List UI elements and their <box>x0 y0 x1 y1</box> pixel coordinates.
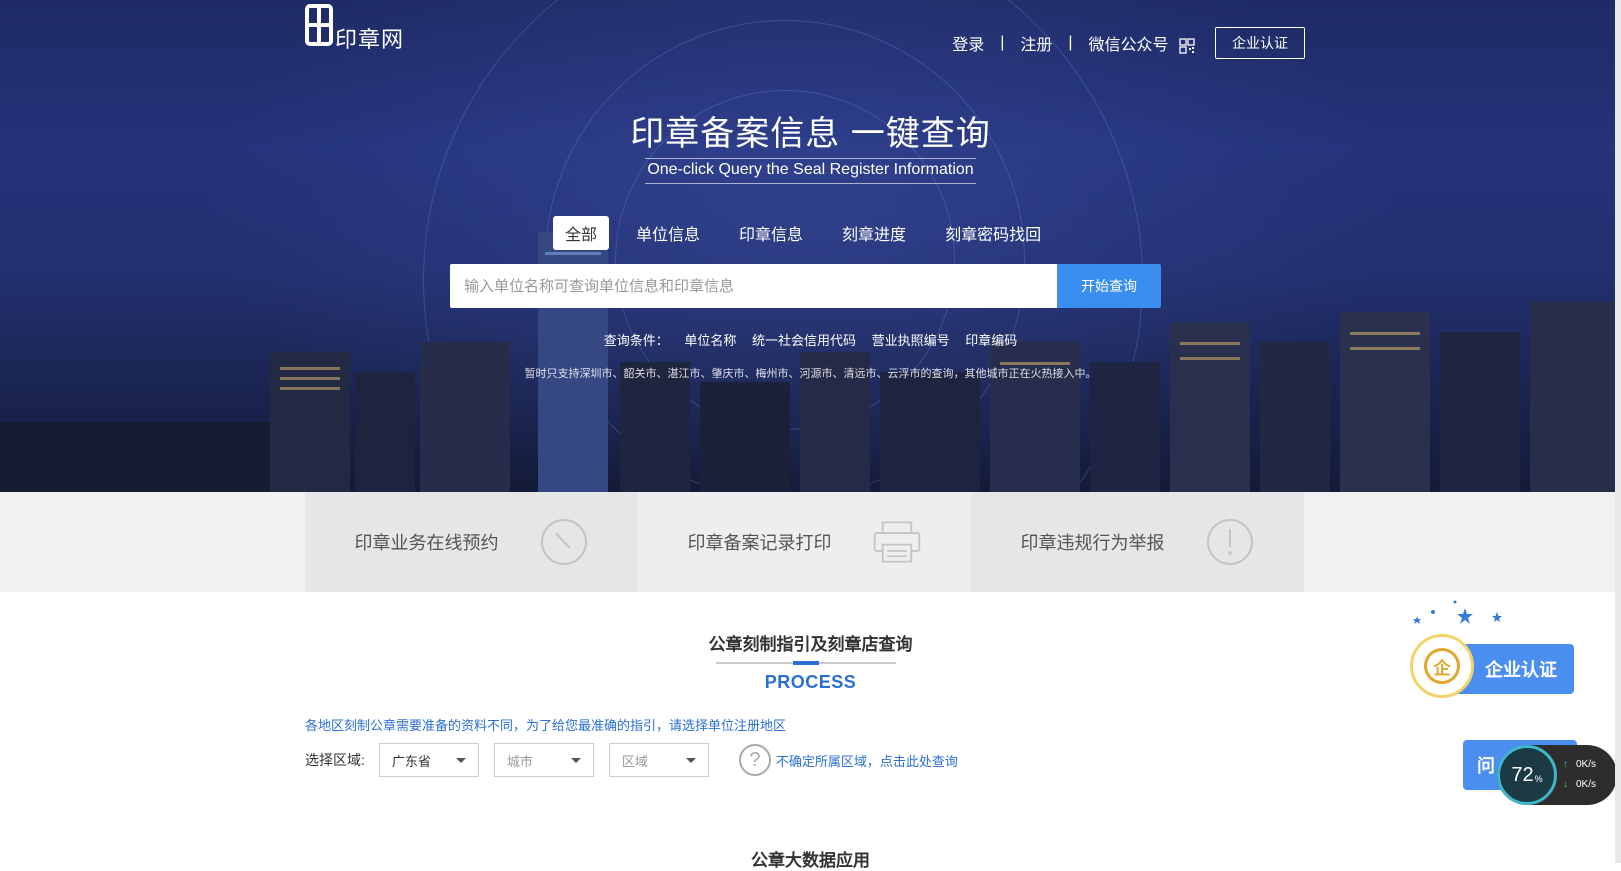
logo-mark-icon <box>305 4 333 46</box>
wechat-label: 微信公众号 <box>1088 37 1169 54</box>
qrcode-icon <box>1179 38 1195 54</box>
page-scrollbar[interactable] <box>1615 0 1621 863</box>
coverage-notice: 暂时只支持深圳市、韶关市、湛江市、肇庆市、梅州市、河源市、清远市、云浮市的查询，… <box>524 368 1097 380</box>
condition-item: 印章编码 <box>965 333 1018 348</box>
service-label: 印章备案记录打印 <box>687 533 832 553</box>
region-label: 选择区域: <box>305 752 365 768</box>
query-conditions: 查询条件： 单位名称 统一社会信用代码 营业执照编号 印章编码 <box>0 330 1621 349</box>
hero-title: 印章备案信息 一键查询 <box>630 115 991 153</box>
bigdata-section-title: 公章大数据应用 <box>751 851 870 870</box>
top-bar: 印章网 登录 | 注册 | 微信公众号 企业认证 <box>305 0 1305 70</box>
clock-icon <box>540 519 587 565</box>
nav-separator: | <box>1068 34 1073 51</box>
city-select[interactable]: 城市 <box>493 743 594 777</box>
service-label: 印章业务在线预约 <box>354 533 499 553</box>
stars-decoration-icon <box>1413 600 1502 624</box>
hero-banner: 印章网 登录 | 注册 | 微信公众号 企业认证 印章备案信息 一键查询 One… <box>0 0 1621 492</box>
service-online-booking[interactable]: 印章业务在线预约 <box>305 492 638 592</box>
register-link[interactable]: 注册 <box>1020 31 1052 55</box>
upload-value: 0K/s <box>1576 759 1597 770</box>
search-input[interactable] <box>450 264 1057 308</box>
tab-seal-password-recovery[interactable]: 刻章密码找回 <box>933 216 1053 250</box>
district-select[interactable]: 区域 <box>608 743 709 777</box>
speed-percent-unit: % <box>1534 774 1543 784</box>
condition-item: 单位名称 <box>684 333 737 348</box>
province-value: 广东省 <box>391 753 431 769</box>
service-strip: 印章业务在线预约 印章备案记录打印 印章违规行为举报 <box>0 492 1621 592</box>
arrow-down-icon: ↓ <box>1563 779 1568 790</box>
tab-seal-info[interactable]: 印章信息 <box>727 216 815 250</box>
region-help-text: 不确定所属区域，点击此处查询 <box>775 753 958 769</box>
floating-cert-button[interactable]: 企业认证 企 <box>1410 634 1576 700</box>
cert-badge-icon: 企 <box>1410 634 1474 698</box>
speed-percent: 72 <box>1511 763 1534 786</box>
process-subtitle: PROCESS <box>764 672 857 692</box>
tab-all[interactable]: 全部 <box>553 216 610 250</box>
hero-subtitle-wrap: One-click Query the Seal Register Inform… <box>0 158 1621 184</box>
upload-speed: ↑ 0K/s <box>1563 759 1596 770</box>
speed-gauge: 72% <box>1497 745 1557 805</box>
logo-text: 印章网 <box>335 27 405 52</box>
service-record-print[interactable]: 印章备案记录打印 <box>638 492 971 592</box>
hero-subtitle: One-click Query the Seal Register Inform… <box>645 158 976 184</box>
province-select[interactable]: 广东省 <box>378 743 479 777</box>
exclamation-icon <box>1206 519 1253 565</box>
service-label: 印章违规行为举报 <box>1020 533 1165 553</box>
download-value: 0K/s <box>1576 779 1597 790</box>
site-logo[interactable]: 印章网 <box>305 2 415 52</box>
conditions-label: 查询条件： <box>603 333 669 348</box>
city-value: 城市 <box>506 753 533 769</box>
printer-icon <box>873 521 920 563</box>
query-tabs: 全部 单位信息 印章信息 刻章进度 刻章密码找回 <box>553 216 1068 250</box>
region-selector: 选择区域: 广东省 城市 区域 ? 不确定所属区域，点击此处查询 <box>305 743 958 777</box>
top-nav: 登录 | 注册 | 微信公众号 企业认证 <box>952 27 1305 59</box>
wechat-link[interactable]: 微信公众号 <box>1089 31 1195 55</box>
service-violation-report[interactable]: 印章违规行为举报 <box>971 492 1304 592</box>
question-icon: ? <box>738 744 771 776</box>
region-help-link[interactable]: ? 不确定所属区域，点击此处查询 <box>738 744 958 776</box>
tab-unit-info[interactable]: 单位信息 <box>624 216 712 250</box>
condition-item: 营业执照编号 <box>871 333 950 348</box>
arrow-up-icon: ↑ <box>1563 759 1568 770</box>
download-speed: ↓ 0K/s <box>1563 779 1596 790</box>
chevron-down-icon <box>570 757 581 763</box>
tab-engraving-progress[interactable]: 刻章进度 <box>830 216 918 250</box>
condition-item: 统一社会信用代码 <box>751 333 856 348</box>
district-value: 区域 <box>621 753 648 769</box>
process-title: 公章刻制指引及刻章店查询 <box>708 635 913 654</box>
cert-badge-char: 企 <box>1424 648 1460 684</box>
floating-cert-label: 企业认证 <box>1485 660 1557 680</box>
network-speed-widget[interactable]: 72% ↑ 0K/s ↓ 0K/s <box>1497 745 1617 805</box>
nav-separator: | <box>1000 34 1005 51</box>
chevron-down-icon <box>685 757 696 763</box>
chevron-down-icon <box>455 757 466 763</box>
process-divider-accent <box>793 661 819 665</box>
login-link[interactable]: 登录 <box>952 31 984 55</box>
search-bar: 开始查询 <box>450 264 1161 308</box>
process-guide-text: 各地区刻制公章需要准备的资料不同，为了给您最准确的指引，请选择单位注册地区 <box>305 718 787 733</box>
search-button[interactable]: 开始查询 <box>1057 264 1161 308</box>
enterprise-cert-button[interactable]: 企业认证 <box>1215 27 1305 59</box>
